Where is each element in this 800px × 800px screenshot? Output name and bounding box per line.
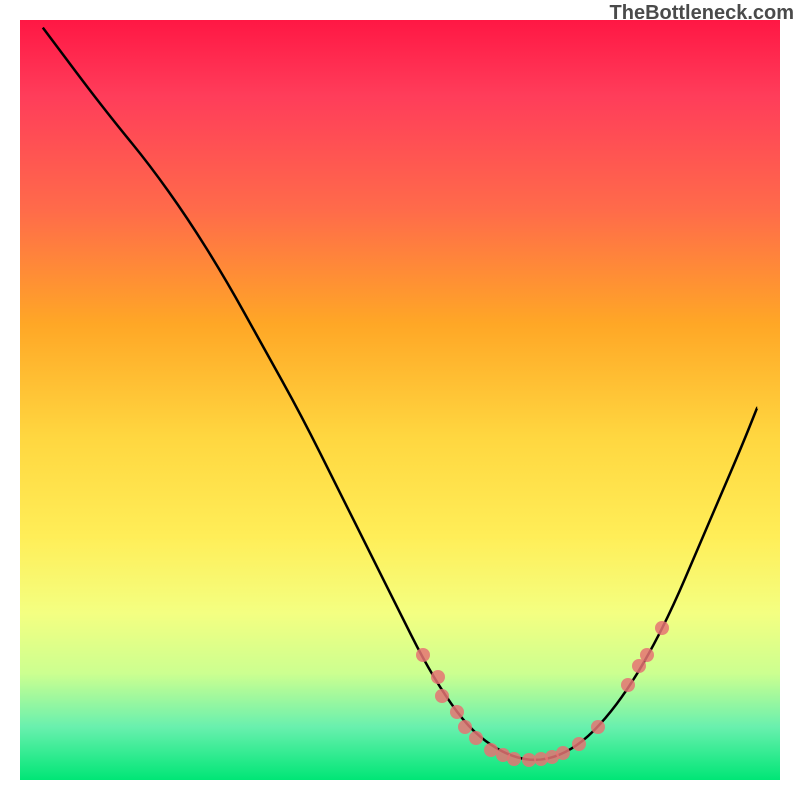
scatter-dot bbox=[640, 648, 654, 662]
scatter-dot bbox=[431, 670, 445, 684]
scatter-dot bbox=[435, 689, 449, 703]
scatter-dot bbox=[458, 720, 472, 734]
scatter-dot bbox=[507, 752, 521, 766]
scatter-dot bbox=[621, 678, 635, 692]
scatter-dot bbox=[572, 737, 586, 751]
scatter-dot bbox=[450, 705, 464, 719]
scatter-dot bbox=[556, 746, 570, 760]
bottleneck-curve bbox=[20, 20, 780, 780]
watermark-text: TheBottleneck.com bbox=[610, 2, 794, 25]
plot-area bbox=[20, 20, 780, 780]
scatter-dot bbox=[655, 621, 669, 635]
scatter-dot bbox=[591, 720, 605, 734]
scatter-dot bbox=[469, 731, 483, 745]
chart-container: TheBottleneck.com bbox=[0, 0, 800, 800]
scatter-dot bbox=[416, 648, 430, 662]
